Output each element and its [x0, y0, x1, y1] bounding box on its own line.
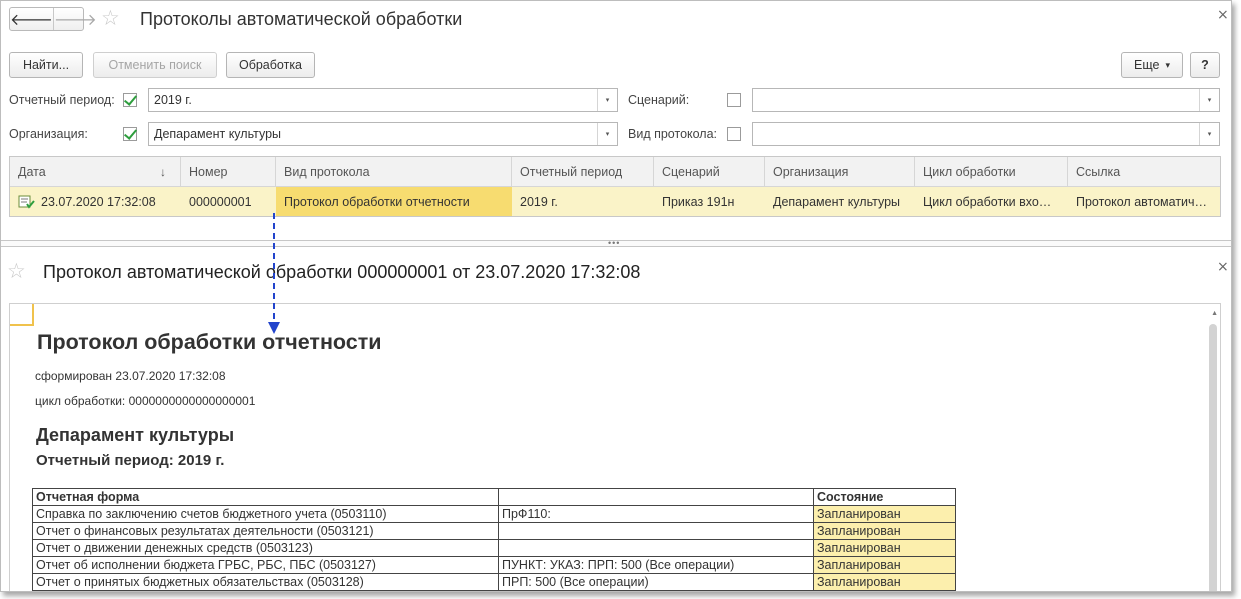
- protocol-type-field[interactable]: ▾: [752, 122, 1220, 146]
- application-frame: 🡐 🡒 ☆ Протоколы автоматической обработки…: [0, 0, 1232, 592]
- more-button-label: Еще: [1134, 58, 1160, 72]
- period-label: Отчетный период:: [9, 93, 115, 107]
- protocols-list-window: 🡐 🡒 ☆ Протоколы автоматической обработки…: [1, 1, 1231, 241]
- form-name: Отчет об исполнении бюджета ГРБС, РБС, П…: [32, 556, 499, 574]
- form-name: Отчет о принятых бюджетных обязательства…: [32, 573, 499, 591]
- protocol-detail-window: ☆ Протокол автоматической обработки 0000…: [1, 247, 1231, 591]
- organization-checkbox[interactable]: [123, 127, 137, 141]
- report-document: ▲ Протокол обработки отчетности сформиро…: [9, 303, 1221, 591]
- column-header-label: Дата: [18, 165, 46, 179]
- close-icon[interactable]: ×: [1217, 259, 1229, 275]
- column-header-link[interactable]: Ссылка: [1068, 157, 1220, 187]
- chevron-down-icon[interactable]: ▾: [1199, 123, 1219, 145]
- cell-organization[interactable]: Депарамент культуры: [765, 187, 915, 216]
- form-name: Справка по заключению счетов бюджетного …: [32, 505, 499, 523]
- report-formed-date: сформирован 23.07.2020 17:32:08: [35, 369, 226, 383]
- form-details: ПРП: 500 (Все операции): [498, 573, 814, 591]
- table-row: Отчет об исполнении бюджета ГРБС, РБС, П…: [32, 556, 956, 574]
- form-status: Запланирован: [813, 539, 956, 557]
- period-field[interactable]: 2019 г. ▾: [148, 88, 618, 112]
- header-form: Отчетная форма: [32, 488, 499, 506]
- protocol-type-label: Вид протокола:: [628, 127, 718, 141]
- help-button[interactable]: ?: [1190, 52, 1220, 78]
- form-status: Запланирован: [813, 573, 956, 591]
- cell-scenario[interactable]: Приказ 191н: [654, 187, 765, 216]
- form-status: Запланирован: [813, 556, 956, 574]
- header-status: Состояние: [813, 488, 956, 506]
- table-row: Справка по заключению счетов бюджетного …: [32, 505, 956, 523]
- find-button[interactable]: Найти...: [9, 52, 83, 78]
- chevron-down-icon[interactable]: ▾: [597, 123, 617, 145]
- vertical-scrollbar[interactable]: [1209, 324, 1217, 591]
- table-header: Дата ↓ Номер Вид протокола Отчетный пери…: [10, 157, 1220, 187]
- cell-number[interactable]: 000000001: [181, 187, 276, 216]
- process-button[interactable]: Обработка: [226, 52, 315, 78]
- forward-arrow-icon[interactable]: 🡒: [54, 8, 97, 30]
- report-heading: Протокол обработки отчетности: [37, 330, 382, 354]
- document-check-icon: [18, 195, 35, 209]
- cell-period[interactable]: 2019 г.: [512, 187, 654, 216]
- back-arrow-icon[interactable]: 🡐: [10, 8, 54, 30]
- panel-splitter[interactable]: •••: [1, 238, 1231, 248]
- cell-date[interactable]: 23.07.2020 17:32:08: [10, 187, 181, 216]
- window-title: Протоколы автоматической обработки: [140, 9, 463, 29]
- form-details: ПрФ110:: [498, 505, 814, 523]
- detail-window-title: Протокол автоматической обработки 000000…: [43, 262, 641, 282]
- column-header-protocol-type[interactable]: Вид протокола: [276, 157, 512, 187]
- scroll-up-icon[interactable]: ▲: [1211, 310, 1218, 317]
- chevron-down-icon: ▾: [1165, 59, 1170, 70]
- organization-field[interactable]: Депарамент культуры ▾: [148, 122, 618, 146]
- close-icon[interactable]: ×: [1217, 7, 1229, 23]
- sort-descending-icon: ↓: [160, 165, 166, 179]
- period-checkbox[interactable]: [123, 93, 137, 107]
- report-organization: Депарамент культуры: [36, 425, 235, 445]
- cell-link[interactable]: Протокол автоматич…: [1068, 187, 1220, 216]
- report-cycle: цикл обработки: 0000000000000000001: [35, 394, 256, 408]
- column-header-date[interactable]: Дата ↓: [10, 157, 181, 187]
- column-header-organization[interactable]: Организация: [765, 157, 915, 187]
- form-name: Отчет о движении денежных средств (05031…: [32, 539, 499, 557]
- organization-value: Депарамент культуры: [154, 127, 282, 141]
- organization-label: Организация:: [9, 127, 88, 141]
- report-corner-cell[interactable]: [10, 304, 34, 326]
- scenario-checkbox[interactable]: [727, 93, 741, 107]
- more-button[interactable]: Еще ▾: [1121, 52, 1183, 78]
- form-name: Отчет о финансовых результатах деятельно…: [32, 522, 499, 540]
- form-details: ПУНКТ: УКАЗ: ПРП: 500 (Все операции): [498, 556, 814, 574]
- scenario-label: Сценарий:: [628, 93, 690, 107]
- protocol-type-checkbox[interactable]: [727, 127, 741, 141]
- protocols-table: Дата ↓ Номер Вид протокола Отчетный пери…: [9, 156, 1221, 217]
- table-row: Отчет о движении денежных средств (05031…: [32, 539, 956, 557]
- form-status: Запланирован: [813, 522, 956, 540]
- column-header-cycle[interactable]: Цикл обработки: [915, 157, 1068, 187]
- cell-cycle[interactable]: Цикл обработки вхо…: [915, 187, 1068, 216]
- favorite-star-icon[interactable]: ☆: [101, 8, 120, 29]
- cell-protocol-type[interactable]: Протокол обработки отчетности: [276, 187, 512, 216]
- table-header-row: Отчетная форма Состояние: [32, 488, 956, 506]
- report-forms-table: Отчетная форма Состояние Справка по закл…: [32, 488, 956, 591]
- table-row: Отчет о принятых бюджетных обязательства…: [32, 573, 956, 591]
- favorite-star-icon[interactable]: ☆: [7, 261, 26, 282]
- column-header-scenario[interactable]: Сценарий: [654, 157, 765, 187]
- table-row[interactable]: 23.07.2020 17:32:08 000000001 Протокол о…: [10, 187, 1220, 216]
- scenario-field[interactable]: ▾: [752, 88, 1220, 112]
- column-header-number[interactable]: Номер: [181, 157, 276, 187]
- header-details: [498, 488, 814, 506]
- navigation-buttons: 🡐 🡒: [9, 7, 97, 31]
- form-details: [498, 522, 814, 540]
- chevron-down-icon[interactable]: ▾: [1199, 89, 1219, 111]
- cell-text: 23.07.2020 17:32:08: [41, 194, 156, 209]
- form-status: Запланирован: [813, 505, 956, 523]
- table-row: Отчет о финансовых результатах деятельно…: [32, 522, 956, 540]
- form-details: [498, 539, 814, 557]
- report-period: Отчетный период: 2019 г.: [36, 452, 225, 469]
- cancel-search-button[interactable]: Отменить поиск: [93, 52, 217, 78]
- column-header-period[interactable]: Отчетный период: [512, 157, 654, 187]
- chevron-down-icon[interactable]: ▾: [597, 89, 617, 111]
- period-value: 2019 г.: [154, 93, 192, 107]
